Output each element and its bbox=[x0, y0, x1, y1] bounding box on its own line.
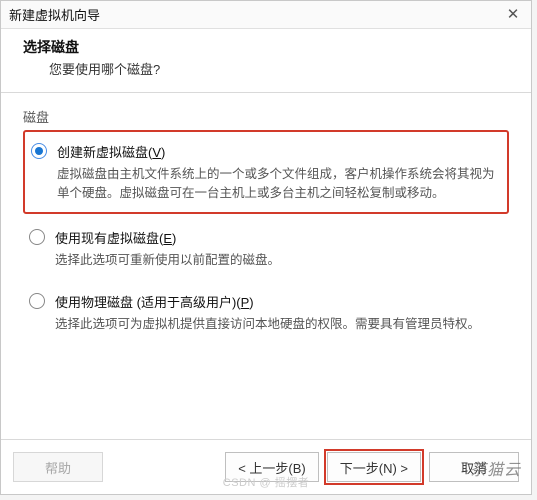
radio-option-use-physical-disk[interactable]: 使用物理磁盘 (适用于高级用户)(P) 选择此选项可为虚拟机提供直接访问本地硬盘… bbox=[23, 282, 509, 342]
close-icon: ✕ bbox=[507, 7, 520, 22]
page-title: 选择磁盘 bbox=[23, 37, 517, 57]
group-label-disk: 磁盘 bbox=[23, 107, 509, 126]
radio-icon bbox=[29, 229, 45, 245]
radio-icon bbox=[29, 293, 45, 309]
radio-label: 使用物理磁盘 (适用于高级用户)(P) bbox=[55, 292, 503, 311]
radio-option-use-existing-disk[interactable]: 使用现有虚拟磁盘(E) 选择此选项可重新使用以前配置的磁盘。 bbox=[23, 218, 509, 278]
help-button[interactable]: 帮助 bbox=[13, 452, 103, 482]
wizard-content: 磁盘 创建新虚拟磁盘(V) 虚拟磁盘由主机文件系统上的一个或多个文件组成，客户机… bbox=[1, 93, 531, 439]
next-button[interactable]: 下一步(N) > bbox=[327, 452, 421, 482]
radio-option-create-new-disk[interactable]: 创建新虚拟磁盘(V) 虚拟磁盘由主机文件系统上的一个或多个文件组成，客户机操作系… bbox=[23, 130, 509, 214]
radio-description: 选择此选项可为虚拟机提供直接访问本地硬盘的权限。需要具有管理员特权。 bbox=[55, 315, 503, 334]
radio-icon bbox=[31, 143, 47, 159]
back-button[interactable]: < 上一步(B) bbox=[225, 452, 319, 482]
radio-description: 虚拟磁盘由主机文件系统上的一个或多个文件组成，客户机操作系统会将其视为单个硬盘。… bbox=[57, 165, 501, 204]
window-title: 新建虚拟机向导 bbox=[9, 5, 503, 24]
radio-label: 创建新虚拟磁盘(V) bbox=[57, 142, 501, 161]
wizard-window: 新建虚拟机向导 ✕ 选择磁盘 您要使用哪个磁盘? 磁盘 创建新虚拟磁盘(V) 虚… bbox=[0, 0, 532, 495]
wizard-footer: 帮助 < 上一步(B) 下一步(N) > 取消 bbox=[1, 439, 531, 494]
page-subtitle: 您要使用哪个磁盘? bbox=[23, 59, 517, 78]
close-button[interactable]: ✕ bbox=[503, 5, 523, 25]
cancel-button[interactable]: 取消 bbox=[429, 452, 519, 482]
radio-label: 使用现有虚拟磁盘(E) bbox=[55, 228, 503, 247]
wizard-header: 选择磁盘 您要使用哪个磁盘? bbox=[1, 29, 531, 93]
radio-description: 选择此选项可重新使用以前配置的磁盘。 bbox=[55, 251, 503, 270]
title-bar: 新建虚拟机向导 ✕ bbox=[1, 1, 531, 29]
